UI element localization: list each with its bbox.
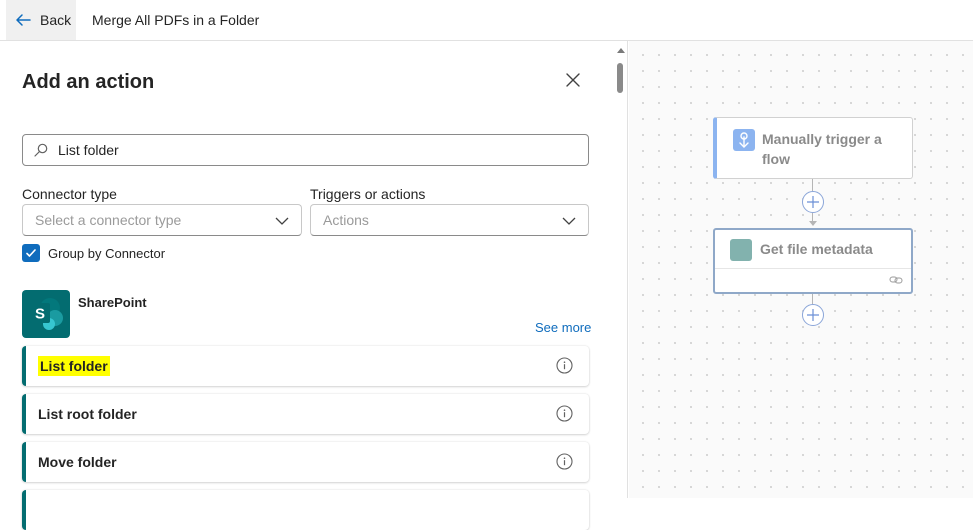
connector-line (812, 294, 813, 304)
close-button[interactable] (564, 71, 582, 89)
action-list-folder[interactable]: List folder (22, 346, 589, 386)
chevron-down-icon (562, 217, 576, 225)
connector-name: SharePoint (78, 295, 147, 310)
add-step-button[interactable] (802, 191, 824, 213)
search-box[interactable] (22, 134, 589, 166)
checkbox-checked[interactable] (22, 244, 40, 262)
action-label: List folder (38, 356, 110, 376)
connector-line (812, 179, 813, 191)
info-icon[interactable] (556, 357, 573, 374)
group-by-connector-checkbox[interactable]: Group by Connector (22, 244, 165, 262)
scroll-up-arrow-icon[interactable] (617, 48, 625, 53)
sharepoint-icon: S (30, 298, 63, 330)
arrow-left-icon (16, 14, 31, 26)
panel-title: Add an action (22, 71, 155, 93)
sharepoint-logo: S (22, 290, 70, 338)
hand-tap-icon (733, 129, 755, 151)
add-step-button[interactable] (802, 304, 824, 326)
connector-type-dropdown[interactable]: Select a connector type (22, 204, 302, 236)
action-label: List root folder (38, 406, 137, 422)
triggers-actions-label: Triggers or actions (310, 186, 426, 202)
node-divider (715, 268, 911, 269)
back-label: Back (40, 12, 72, 28)
add-action-panel: Add an action Connector type Select a co… (0, 41, 628, 530)
connector-type-placeholder: Select a connector type (35, 212, 182, 228)
triggers-actions-placeholder: Actions (323, 212, 369, 228)
see-more-link[interactable]: See more (535, 320, 591, 335)
close-icon (566, 73, 580, 87)
info-icon[interactable] (556, 405, 573, 422)
sharepoint-icon (730, 239, 752, 261)
node-get-file-metadata[interactable]: Get file metadata (713, 228, 913, 294)
sharepoint-logo-letter: S (35, 306, 45, 323)
group-by-connector-label: Group by Connector (48, 245, 166, 261)
checkmark-icon (26, 249, 36, 257)
panel-scrollbar[interactable] (614, 41, 626, 498)
back-button[interactable]: Back (6, 0, 76, 40)
plus-icon (807, 196, 819, 208)
scroll-thumb[interactable] (617, 63, 623, 93)
node-label: Manually trigger a flow (762, 131, 882, 167)
link-icon[interactable] (889, 274, 903, 286)
action-item-partial[interactable] (22, 490, 589, 530)
info-icon[interactable] (556, 453, 573, 470)
chevron-down-icon (275, 217, 289, 225)
node-manual-trigger[interactable]: Manually trigger a flow (713, 117, 913, 179)
search-input[interactable] (58, 142, 558, 158)
plus-icon (807, 309, 819, 321)
connector-type-label: Connector type (22, 186, 117, 202)
node-label: Get file metadata (760, 241, 873, 257)
triggers-actions-dropdown[interactable]: Actions (310, 204, 589, 236)
action-label: Move folder (38, 454, 117, 470)
action-list-root-folder[interactable]: List root folder (22, 394, 589, 434)
search-icon (34, 143, 48, 157)
flow-title: Merge All PDFs in a Folder (92, 12, 260, 28)
action-move-folder[interactable]: Move folder (22, 442, 589, 482)
flow-canvas[interactable]: Manually trigger a flow Get file metadat… (629, 41, 973, 498)
arrow-down-icon (809, 221, 817, 226)
top-bar: Back Merge All PDFs in a Folder (0, 0, 973, 41)
